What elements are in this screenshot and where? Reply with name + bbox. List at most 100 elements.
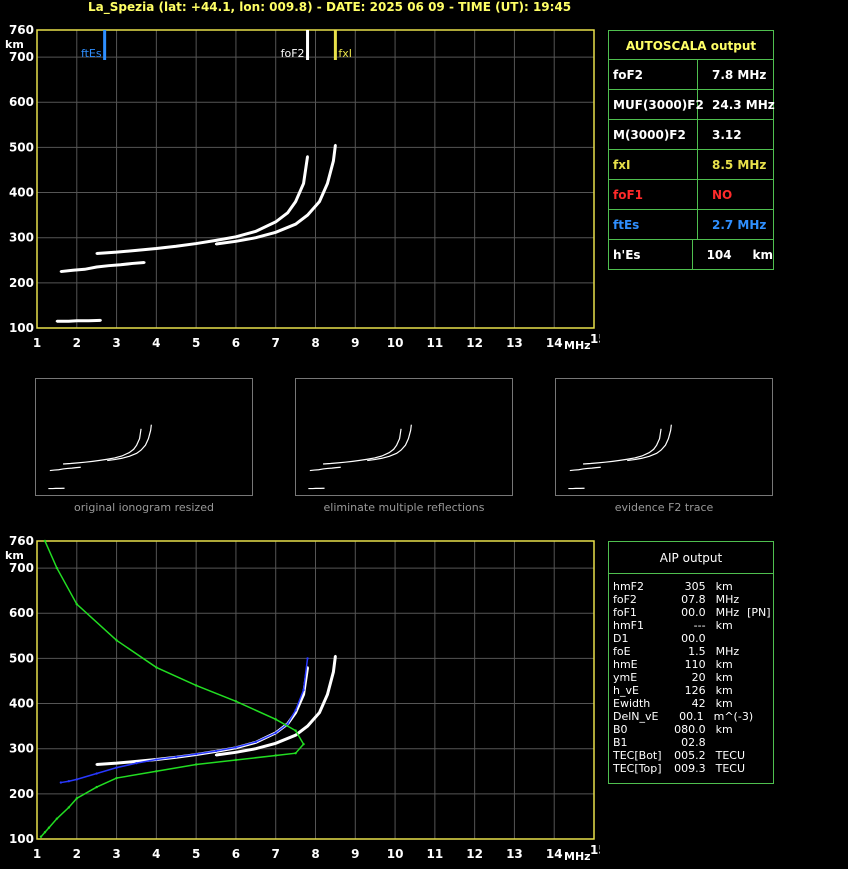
aip-cell: km bbox=[715, 580, 733, 593]
aip-cell bbox=[747, 619, 773, 632]
thumbnail-original bbox=[35, 378, 253, 496]
trace-point bbox=[75, 778, 78, 781]
autoscala-key: ftEs bbox=[609, 210, 698, 239]
trace-point bbox=[83, 268, 86, 271]
aip-cell: 005.2 bbox=[674, 749, 706, 762]
y-tick-label: 100 bbox=[9, 321, 34, 335]
trace-point bbox=[67, 780, 71, 783]
aip-cell: 02.8 bbox=[681, 736, 706, 749]
aip-cell bbox=[747, 580, 773, 593]
trace-point bbox=[214, 753, 218, 757]
y-tick-label: 400 bbox=[9, 697, 34, 711]
trace-point bbox=[67, 320, 71, 323]
ionogram-chart-top: 1234567891011121314MHz151002003004005006… bbox=[5, 23, 600, 352]
trace-point bbox=[95, 785, 98, 789]
trace-point bbox=[175, 755, 178, 759]
x-tick-label: 15 bbox=[590, 332, 600, 346]
aip-cell: B0 bbox=[613, 723, 628, 736]
aip-cell: m^(-3) bbox=[713, 710, 754, 723]
trace-point bbox=[294, 752, 297, 755]
autoscala-title: AUTOSCALA output bbox=[609, 31, 773, 60]
aip-cell: foE bbox=[613, 645, 631, 658]
x-tick-label: 7 bbox=[272, 336, 280, 350]
x-tick-label: 6 bbox=[232, 336, 240, 350]
x-tick-label: 4 bbox=[152, 336, 160, 350]
aip-cell: TEC[Top] bbox=[613, 762, 662, 775]
trace-point bbox=[107, 264, 110, 267]
trace-point bbox=[254, 236, 258, 239]
aip-cell bbox=[747, 645, 773, 658]
trace-point bbox=[234, 235, 238, 238]
trace-point bbox=[214, 242, 218, 246]
trace-point bbox=[332, 670, 335, 674]
autoscala-key: M(3000)F2 bbox=[609, 120, 698, 149]
aip-cell: 42 bbox=[691, 697, 706, 710]
x-tick-label: 5 bbox=[192, 336, 200, 350]
aip-cell: 00.1 bbox=[679, 710, 704, 723]
x-tick-label: 3 bbox=[112, 847, 120, 861]
aip-row-4: D1 00.0 bbox=[609, 632, 773, 645]
aip-cell: foF1 bbox=[613, 606, 637, 619]
x-tick-label: 13 bbox=[506, 847, 523, 861]
trace-point bbox=[115, 766, 118, 769]
trace-point bbox=[274, 731, 277, 735]
aip-row-14: TEC[Top] 009.3 TECU bbox=[609, 762, 773, 775]
aip-cell: TECU bbox=[715, 749, 745, 762]
x-tick-label: 1 bbox=[33, 847, 41, 861]
x-tick-label: 7 bbox=[272, 847, 280, 861]
thumb-trace-1 bbox=[367, 424, 412, 462]
aip-row-7: ymE 20 km bbox=[609, 671, 773, 684]
trace-point bbox=[254, 740, 258, 744]
autoscala-key: foF1 bbox=[609, 180, 698, 209]
trace-point bbox=[286, 211, 289, 215]
aip-cell: DelN_vE bbox=[613, 710, 659, 723]
trace-point bbox=[115, 639, 118, 642]
trace-point bbox=[318, 711, 321, 714]
aip-cell: foF2 bbox=[613, 593, 637, 606]
trace-point bbox=[155, 247, 158, 250]
aip-cell: km bbox=[715, 684, 733, 697]
trace-point bbox=[274, 718, 277, 721]
x-tick-label: 3 bbox=[112, 336, 120, 350]
trace-point bbox=[175, 245, 178, 248]
trace-point bbox=[67, 806, 71, 809]
autoscala-key: h'Es bbox=[609, 240, 693, 269]
trace-point bbox=[306, 657, 309, 660]
y-tick-label: 760 bbox=[9, 23, 34, 37]
autoscala-value: 3.12 bbox=[712, 127, 742, 142]
autoscala-row-1: MUF(3000)F2 24.3 MHz bbox=[609, 90, 775, 120]
x-tick-label: 2 bbox=[73, 336, 81, 350]
y-tick-label: 300 bbox=[9, 231, 34, 245]
y-tick-label: 700 bbox=[9, 50, 34, 64]
aip-cell bbox=[747, 736, 773, 749]
trace-point bbox=[334, 654, 337, 658]
y-tick-label: 500 bbox=[9, 651, 34, 665]
trace-point bbox=[194, 242, 198, 245]
y-tick-label: 100 bbox=[9, 832, 34, 846]
trace-series-3 bbox=[40, 540, 305, 838]
trace-point bbox=[95, 763, 98, 766]
trace-point bbox=[55, 320, 59, 323]
x-tick-label: 2 bbox=[73, 847, 81, 861]
aip-cell bbox=[747, 697, 773, 710]
trace-point bbox=[254, 747, 258, 750]
autoscala-row-2: M(3000)F2 3.12 bbox=[609, 120, 773, 150]
trace-point bbox=[87, 319, 90, 322]
autoscala-value: 8.5 MHz bbox=[712, 157, 767, 172]
aip-cell: 110 bbox=[684, 658, 706, 671]
aip-row-12: B1 02.8 bbox=[609, 736, 773, 749]
autoscala-output-table: AUTOSCALA output foF2 7.8 MHz MUF(3000)F2 2… bbox=[608, 30, 775, 270]
aip-row-6: hmE 110 km bbox=[609, 658, 773, 671]
autoscala-row-4: foF1 NO bbox=[609, 180, 773, 210]
ionogram-header: La_Spezia (lat: +44.1, lon: 009.8) - DAT… bbox=[88, 0, 572, 14]
trace-point bbox=[95, 772, 98, 775]
trace-point bbox=[234, 751, 238, 754]
trace-series-2 bbox=[56, 318, 101, 323]
x-tick-label: 9 bbox=[351, 336, 359, 350]
caption-evidence: evidence F2 trace bbox=[614, 501, 714, 514]
trace-point bbox=[135, 249, 138, 252]
autoscala-key: MUF(3000)F2 bbox=[609, 90, 704, 119]
aip-cell: 009.3 bbox=[674, 762, 706, 775]
caption-eliminate: eliminate multiple reflections bbox=[323, 501, 485, 514]
trace-point bbox=[274, 231, 277, 234]
